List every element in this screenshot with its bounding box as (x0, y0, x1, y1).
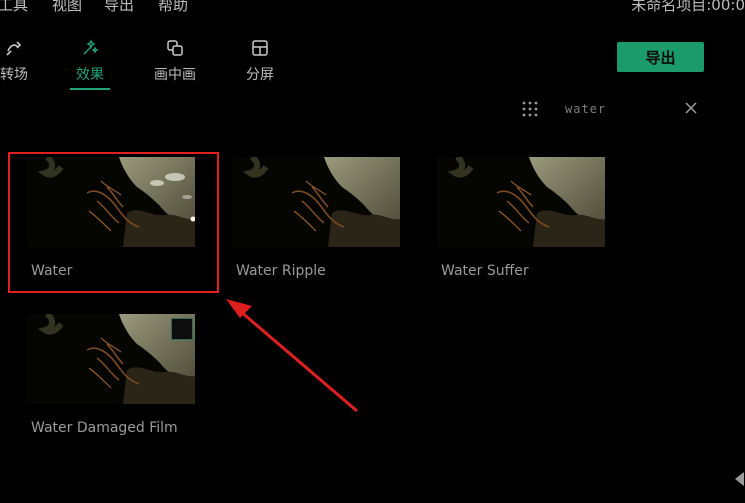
search-input[interactable] (565, 99, 665, 119)
effect-card-water-damaged-film[interactable]: Water Damaged Film (10, 314, 195, 436)
active-tab-indicator (70, 88, 110, 90)
effect-card-water-ripple[interactable]: Water Ripple (215, 157, 400, 279)
menu-export[interactable]: 导出 (104, 0, 134, 15)
effect-thumbnail (437, 157, 605, 247)
tab-effects[interactable]: 效果 (70, 38, 110, 90)
effect-label-water: Water (31, 263, 73, 279)
collapse-arrow-icon[interactable] (733, 470, 745, 488)
export-button[interactable]: 导出 (617, 42, 704, 72)
transition-icon (6, 41, 22, 56)
split-screen-icon (252, 40, 268, 56)
pip-icon (167, 40, 183, 56)
tab-effects-label: 效果 (76, 67, 104, 83)
menu-view[interactable]: 视图 (52, 0, 82, 15)
effect-thumbnail (232, 157, 400, 247)
effects-icon (83, 39, 99, 55)
menu-tools[interactable]: 工具 (0, 0, 28, 15)
tab-split-screen[interactable]: 分屏 (243, 38, 277, 84)
tab-transitions[interactable]: 转场 (0, 38, 32, 84)
download-icon (172, 319, 195, 404)
effect-thumbnail (27, 314, 195, 404)
project-title: 未命名项目:00:0 (631, 0, 745, 14)
effect-label-water-ripple: Water Ripple (236, 263, 326, 279)
tab-pip-label: 画中画 (154, 67, 196, 83)
tab-split-label: 分屏 (246, 67, 274, 83)
effect-card-water[interactable]: Water (10, 157, 195, 279)
grid-view-icon[interactable] (521, 100, 539, 118)
effect-label-water-suffer: Water Suffer (441, 263, 529, 279)
download-badge[interactable] (171, 318, 193, 340)
close-icon[interactable] (683, 100, 699, 116)
effect-thumbnail (27, 157, 195, 247)
tab-transitions-label: 转场 (0, 67, 28, 83)
tab-picture-in-picture[interactable]: 画中画 (149, 38, 201, 84)
menu-help[interactable]: 帮助 (158, 0, 188, 15)
effect-label-water-damaged-film: Water Damaged Film (31, 420, 178, 436)
effect-card-water-suffer[interactable]: Water Suffer (420, 157, 605, 279)
